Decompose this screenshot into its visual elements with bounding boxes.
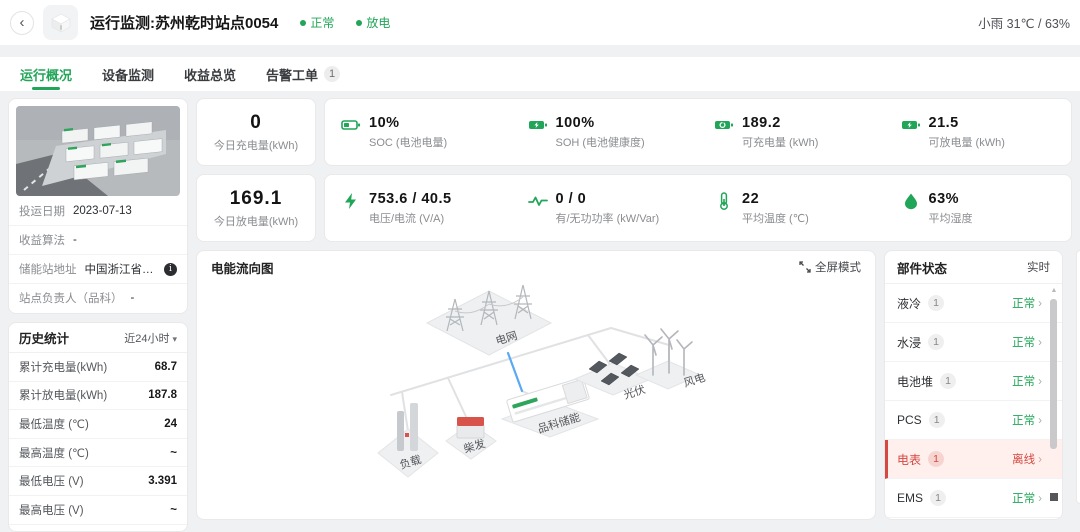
tab-alarm-tickets[interactable]: 告警工单 1 [266,57,340,91]
soh-stat: 100% SOH (电池健康度) [512,115,699,150]
count-badge: 1 [929,412,945,428]
component-status-header: 部件状态 实时 [885,251,1062,284]
tab-device-monitoring[interactable]: 设备监测 [102,57,154,91]
today-charge-card: 0 今日充电量(kWh) [196,98,316,166]
history-row-max-voltage: 最高电压 (V) ~ [9,496,187,525]
grid-flow-line [508,353,522,391]
waveform-icon [528,191,548,211]
droplet-icon [901,191,921,211]
info-row-station-manager: 站点负责人（品科） - [9,283,187,312]
scrollbar-up-arrow-icon[interactable]: ▲ [1050,287,1058,295]
thermometer-icon [714,191,734,211]
info-row-station-address: 储能站地址 中国浙江省湖州市吴兴区... i [9,254,187,283]
green-dot-icon [356,20,362,26]
component-row-pcs[interactable]: PCS1 正常 [885,401,1062,440]
back-button[interactable]: ‹ [10,11,34,35]
history-stats-header: 历史统计 近24小时 [9,323,187,353]
energy-flow-diagram[interactable]: 电网 负载 柴发 品科储能 [197,283,876,519]
battery-discharge-icon [901,115,921,135]
component-row-water-immersion[interactable]: 水浸1 正常 [885,323,1062,362]
today-charge-value: 0 [250,112,262,134]
status-scrollbar[interactable]: ▲ [1050,287,1058,515]
app-logo [43,5,78,40]
station-photo[interactable] [16,106,180,196]
lightning-icon [341,191,361,211]
soc-stat: 10% SOC (电池电量) [325,115,512,150]
electrical-kpi-card: 753.6 / 40.5 电压/电流 (V/A) 0 / 0 有/无功功率 (k… [324,174,1072,242]
info-row-revenue-algorithm: 收益算法 - [9,225,187,254]
dischargeable-stat: 21.5 可放电量 (kWh) [885,115,1072,150]
status-badge-normal: 正常 [300,14,334,31]
diesel-node[interactable]: 柴发 [446,417,496,459]
status-link[interactable]: 正常 [1012,373,1042,389]
next-panel-edge [1076,250,1080,504]
energy-flow-card: 电能流向图 全屏模式 [196,250,876,520]
today-discharge-value: 169.1 [230,188,283,210]
status-link[interactable]: 正常 [1012,334,1042,350]
battery-bolt-icon [528,115,548,135]
revenue-algorithm-value: - [73,234,177,246]
weather-info: 小雨 31℃ / 63% [978,0,1070,45]
component-row-ems[interactable]: EMS1 正常 [885,479,1062,518]
battery-kpi-card: 10% SOC (电池电量) 100% SOH (电池健康度) 1 [324,98,1072,166]
cube-icon [49,11,73,35]
tab-operation-overview[interactable]: 运行概况 [20,57,72,91]
count-badge: 1 [928,451,944,467]
component-status-card: 部件状态 实时 液冷1 正常 水浸1 正常 电池堆1 正常 PCS1 正常 电表… [884,250,1063,520]
green-dot-icon [300,20,306,26]
station-info-card: 投运日期 2023-07-13 收益算法 - 储能站地址 中国浙江省湖州市吴兴区… [8,98,188,314]
status-link[interactable]: 离线 [1012,451,1042,467]
grid-node[interactable]: 电网 [427,285,551,355]
top-bar: ‹ 运行监测:苏州乾时站点0054 正常 放电 小雨 31℃ / 63% [0,0,1080,45]
avg-temp-stat: 22 平均温度 (℃) [698,191,885,226]
chargeable-stat: 189.2 可充电量 (kWh) [698,115,885,150]
status-badge-discharging: 放电 [356,14,390,31]
history-row-min-temp: 最低温度 (℃) 24 [9,410,187,439]
today-discharge-card: 169.1 今日放电量(kWh) [196,174,316,242]
status-link[interactable]: 正常 [1012,412,1042,428]
alarm-count-badge: 1 [324,66,340,82]
page-title: 运行监测:苏州乾时站点0054 [90,12,278,33]
count-badge: 1 [940,373,956,389]
component-row-battery-stack[interactable]: 电池堆1 正常 [885,362,1062,401]
energy-flow-header: 电能流向图 全屏模式 [197,251,875,283]
expand-icon [799,261,811,273]
history-row-min-voltage: 最低电压 (V) 3.391 [9,467,187,496]
status-link[interactable]: 正常 [1012,295,1042,311]
tab-bar: 运行概况 设备监测 收益总览 告警工单 1 [0,57,1080,91]
history-row-max-temp: 最高温度 (℃) ~ [9,439,187,468]
storage-node[interactable]: 品科储能 [502,377,598,437]
history-stats-card: 历史统计 近24小时 累计充电量(kWh) 68.7 累计放电量(kWh) 18… [8,322,188,532]
energy-flow-title: 电能流向图 [211,258,274,277]
tab-revenue-overview[interactable]: 收益总览 [184,57,236,91]
station-address-value: 中国浙江省湖州市吴兴区... [85,261,165,277]
fullscreen-button[interactable]: 全屏模式 [799,259,861,275]
info-icon[interactable]: i [164,263,177,276]
info-row-commission-date: 投运日期 2023-07-13 [9,196,187,225]
component-status-title: 部件状态 [897,258,947,277]
component-row-liquid-cooling[interactable]: 液冷1 正常 [885,284,1062,323]
history-row-total-charge: 累计充电量(kWh) 68.7 [9,353,187,382]
battery-icon [341,115,361,135]
voltage-current-stat: 753.6 / 40.5 电压/电流 (V/A) [325,191,512,226]
load-node[interactable]: 负载 [378,403,438,477]
avg-humidity-stat: 63% 平均湿度 [885,191,1072,226]
commission-date-value: 2023-07-13 [73,205,177,217]
scrollbar-thumb[interactable] [1050,299,1057,449]
battery-charge-icon [714,115,734,135]
history-stats-title: 历史统计 [19,328,69,347]
scrollbar-down-button[interactable] [1050,493,1058,501]
count-badge: 1 [928,295,944,311]
realtime-toggle[interactable]: 实时 [1027,259,1050,275]
history-row-total-discharge: 累计放电量(kWh) 187.8 [9,382,187,411]
time-range-dropdown[interactable]: 近24小时 [124,330,177,346]
component-row-meter[interactable]: 电表1 离线 [885,440,1062,479]
power-stat: 0 / 0 有/无功功率 (kW/Var) [512,191,699,226]
station-manager-value: - [131,292,178,304]
count-badge: 1 [928,334,944,350]
